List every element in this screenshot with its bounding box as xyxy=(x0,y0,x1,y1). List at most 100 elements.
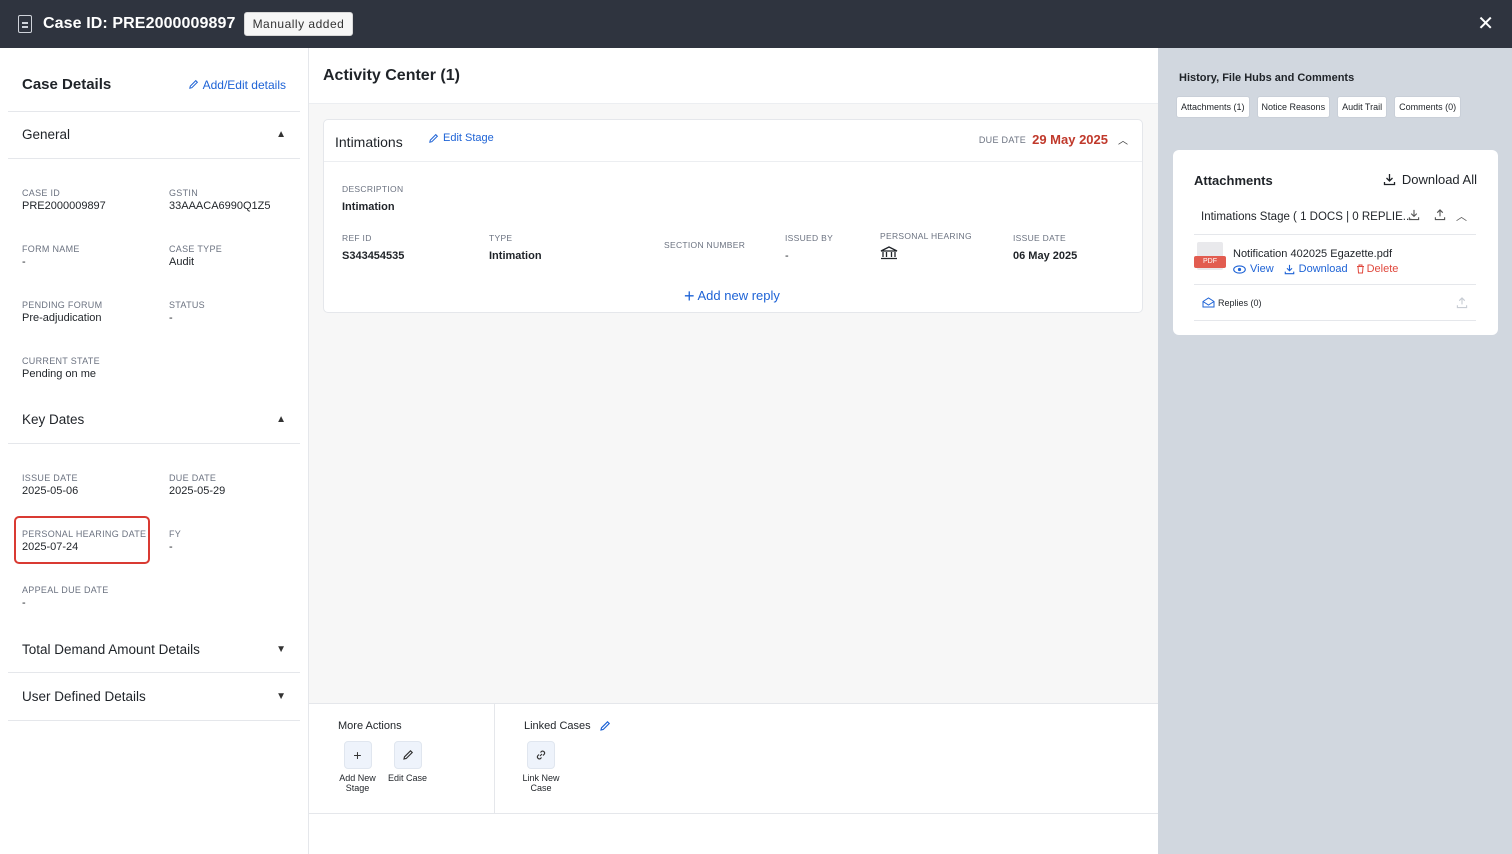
pencil-icon xyxy=(393,741,422,769)
tab-notice-reasons[interactable]: Notice Reasons xyxy=(1256,96,1331,118)
key-dates-section-toggle[interactable]: Key Dates ▲ xyxy=(22,412,286,427)
due-date-field: DUE DATE 2025-05-29 xyxy=(169,473,225,497)
delete-file-button[interactable]: Delete xyxy=(1356,263,1398,275)
chevron-up-icon[interactable]: ︿ xyxy=(1456,208,1467,224)
gstin-value: 33AAACA6990Q1Z5 xyxy=(169,200,271,212)
divider xyxy=(494,704,495,815)
issue-date-field: ISSUE DATE 06 May 2025 xyxy=(1013,233,1077,262)
issue-date-label: ISSUE DATE xyxy=(22,473,78,483)
status-field: STATUS - xyxy=(169,300,205,324)
edit-stage-label: Edit Stage xyxy=(443,132,494,144)
upload-icon[interactable] xyxy=(1456,297,1468,311)
chevron-down-icon: ▼ xyxy=(276,644,286,655)
personal-hearing-date-field: PERSONAL HEARING DATE 2025-07-24 xyxy=(22,529,146,553)
replies-row[interactable]: Replies (0) xyxy=(1194,284,1476,321)
view-file-button[interactable]: View xyxy=(1233,263,1274,275)
status-label: STATUS xyxy=(169,300,205,310)
add-edit-details-label: Add/Edit details xyxy=(202,77,286,92)
fy-field: FY - xyxy=(169,529,181,553)
close-icon[interactable]: ✕ xyxy=(1477,14,1494,34)
current-state-value: Pending on me xyxy=(22,368,96,380)
bottom-actions: More Actions + Add New Stage Edit Case L… xyxy=(309,703,1158,815)
chevron-down-icon: ▼ xyxy=(276,691,286,702)
download-label: Download xyxy=(1298,263,1348,275)
issue-date-value: 2025-05-06 xyxy=(22,485,79,497)
more-actions-title: More Actions xyxy=(338,720,402,732)
download-icon[interactable] xyxy=(1408,209,1420,224)
general-section-toggle[interactable]: General ▲ xyxy=(22,127,286,142)
history-panel: History, File Hubs and Comments Attachme… xyxy=(1158,48,1512,854)
issued-by-field: ISSUED BY - xyxy=(785,233,833,262)
personal-hearing-field: PERSONAL HEARING xyxy=(880,231,972,265)
current-state-label: CURRENT STATE xyxy=(22,356,100,366)
issued-by-label: ISSUED BY xyxy=(785,233,834,243)
issue-date-field: ISSUE DATE 2025-05-06 xyxy=(22,473,78,497)
pending-forum-field: PENDING FORUM Pre-adjudication xyxy=(22,300,102,324)
activity-center-title: Activity Center (1) xyxy=(323,67,460,84)
edit-stage-link[interactable]: Edit Stage xyxy=(428,132,494,144)
plus-icon: + xyxy=(684,285,695,306)
pdf-file-icon: PDF xyxy=(1194,242,1226,274)
section-number-field: SECTION NUMBER xyxy=(664,240,745,257)
edit-case-button[interactable]: Edit Case xyxy=(385,741,430,783)
activity-center: Activity Center (1) Intimations Edit Sta… xyxy=(309,48,1158,854)
type-field: TYPE Intimation xyxy=(489,233,542,262)
linked-cases-title: Linked Cases xyxy=(524,720,591,732)
appeal-due-date-field: APPEAL DUE DATE - xyxy=(22,585,109,609)
intimations-card: Intimations Edit Stage DUE DATE 29 May 2… xyxy=(323,119,1143,313)
due-date-label: DUE DATE xyxy=(169,473,217,483)
key-dates-section-title: Key Dates xyxy=(22,412,85,427)
fy-value: - xyxy=(169,541,173,553)
link-new-case-button[interactable]: Link New Case xyxy=(517,741,565,793)
link-icon xyxy=(527,741,555,769)
type-value: Intimation xyxy=(489,250,542,262)
download-all-button[interactable]: Download All xyxy=(1383,172,1477,187)
add-new-stage-button[interactable]: + Add New Stage xyxy=(335,741,380,793)
case-details-panel: Case Details Add/Edit details General ▲ … xyxy=(0,48,309,854)
linked-cases-header: Linked Cases xyxy=(524,720,611,732)
personal-hearing-date-value: 2025-07-24 xyxy=(22,541,79,553)
tab-attachments[interactable]: Attachments (1) xyxy=(1176,96,1250,118)
stage-row[interactable]: Intimations Stage ( 1 DOCS | 0 REPLIE...… xyxy=(1194,199,1476,235)
edit-case-label: Edit Case xyxy=(387,773,428,783)
issued-by-value: - xyxy=(785,250,789,262)
ref-id-label: REF ID xyxy=(342,233,372,243)
eye-icon xyxy=(1233,264,1246,274)
manually-added-badge: Manually added xyxy=(243,12,354,36)
due-date-value: 2025-05-29 xyxy=(169,485,226,497)
case-id-label: CASE ID xyxy=(22,188,61,198)
case-id-value: PRE2000009897 xyxy=(22,200,106,212)
tab-audit-trail[interactable]: Audit Trail xyxy=(1337,96,1388,118)
pencil-icon[interactable] xyxy=(599,720,611,732)
due-date-value: 29 May 2025 xyxy=(1032,132,1108,147)
divider xyxy=(8,443,300,444)
bank-icon xyxy=(880,246,972,265)
pending-forum-value: Pre-adjudication xyxy=(22,312,102,324)
add-new-reply-button[interactable]: + Add new reply xyxy=(684,285,780,306)
divider xyxy=(8,111,300,112)
download-file-button[interactable]: Download xyxy=(1284,263,1348,275)
pending-forum-label: PENDING FORUM xyxy=(22,300,103,310)
current-state-field: CURRENT STATE Pending on me xyxy=(22,356,100,380)
download-icon xyxy=(1284,264,1294,274)
intimations-card-header[interactable]: Intimations Edit Stage DUE DATE 29 May 2… xyxy=(324,120,1142,162)
case-type-field: CASE TYPE Audit xyxy=(169,244,222,268)
file-name: Notification 402025 Egazette.pdf xyxy=(1233,248,1393,260)
tab-comments[interactable]: Comments (0) xyxy=(1394,96,1462,118)
user-defined-section-toggle[interactable]: User Defined Details ▼ xyxy=(22,689,286,704)
history-tabs: Attachments (1) Notice Reasons Audit Tra… xyxy=(1176,96,1462,118)
total-demand-section-toggle[interactable]: Total Demand Amount Details ▼ xyxy=(22,642,286,657)
chevron-up-icon[interactable]: ︿ xyxy=(1118,132,1128,147)
general-section-title: General xyxy=(22,127,71,142)
add-edit-details-link[interactable]: Add/Edit details xyxy=(188,78,286,92)
attachments-title: Attachments xyxy=(1194,173,1273,188)
personal-hearing-date-label: PERSONAL HEARING DATE xyxy=(22,529,147,539)
user-defined-section-title: User Defined Details xyxy=(22,689,146,704)
footer-area xyxy=(309,814,1158,854)
add-new-reply-label: Add new reply xyxy=(697,288,780,303)
type-label: TYPE xyxy=(489,233,513,243)
upload-icon[interactable] xyxy=(1434,209,1446,224)
gstin-label: GSTIN xyxy=(169,188,199,198)
section-number-label: SECTION NUMBER xyxy=(664,240,746,250)
chevron-up-icon: ▲ xyxy=(276,414,286,425)
